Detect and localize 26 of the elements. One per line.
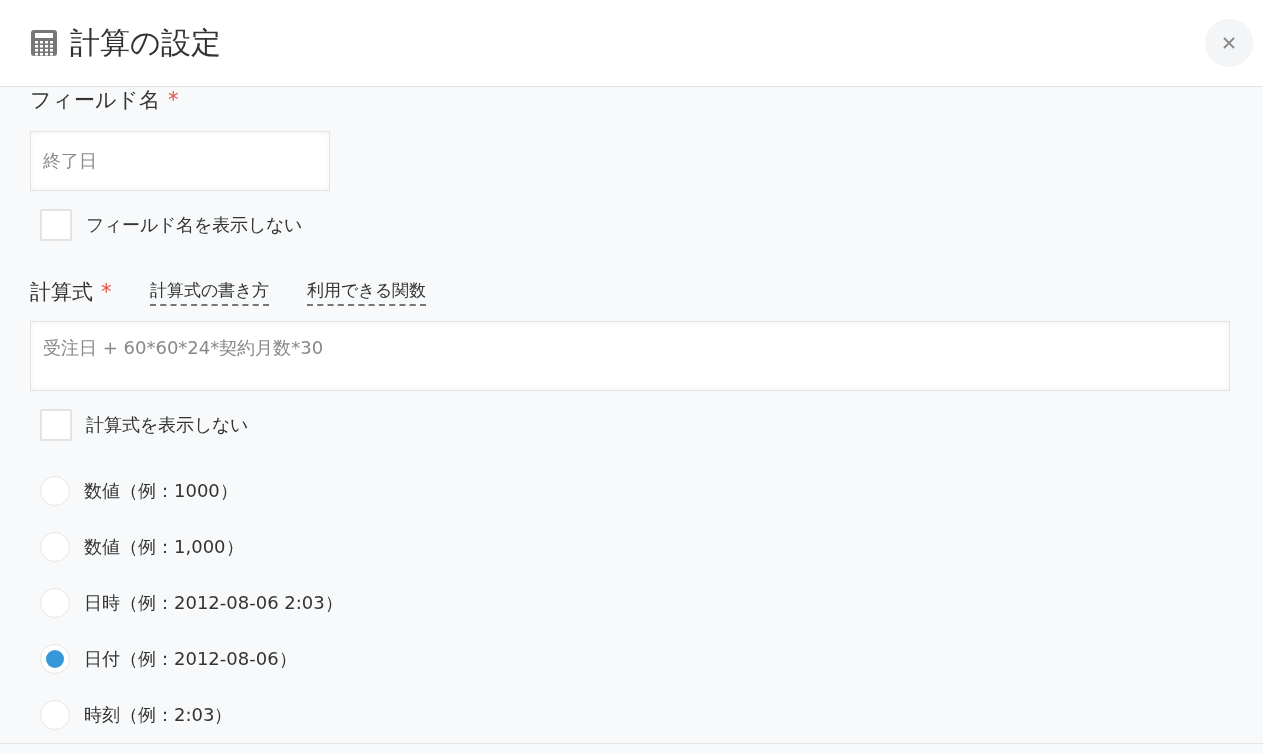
required-mark: * (101, 280, 112, 304)
radio-label: 日付（例：2012-08-06） (84, 647, 297, 671)
calculator-icon (30, 29, 58, 57)
checkbox[interactable] (40, 409, 72, 441)
help-link[interactable]: 計算式の書き方 (149, 278, 269, 306)
radio-label: 時刻（例：2:03） (84, 703, 233, 727)
input-field[interactable]: 終了日 (30, 131, 330, 191)
dialog-title: 計算の設定 (70, 23, 222, 62)
radio-label: 数値（例：1,000） (84, 535, 244, 559)
radio-button[interactable] (40, 476, 70, 506)
checkbox-label: フィールド名を表示しない (86, 213, 302, 237)
required-mark: * (168, 88, 179, 112)
close-icon (1223, 37, 1235, 49)
radio-button[interactable] (40, 700, 70, 730)
checkbox[interactable] (40, 209, 72, 241)
field-label: 計算式 (30, 279, 93, 306)
radio-button[interactable] (40, 644, 70, 674)
checkbox-label: 計算式を表示しない (86, 413, 248, 437)
radio-button[interactable] (40, 532, 70, 562)
radio-label: 数値（例：1000） (84, 479, 238, 503)
radio-label: 日時（例：2012-08-06 2:03） (84, 591, 343, 615)
input-field[interactable]: 受注日 + 60*60*24*契約月数*30 (30, 321, 1230, 391)
field-label: フィールド名 (30, 87, 160, 114)
close-button[interactable] (1205, 19, 1253, 67)
help-link[interactable]: 利用できる関数 (306, 278, 426, 306)
radio-button[interactable] (40, 588, 70, 618)
